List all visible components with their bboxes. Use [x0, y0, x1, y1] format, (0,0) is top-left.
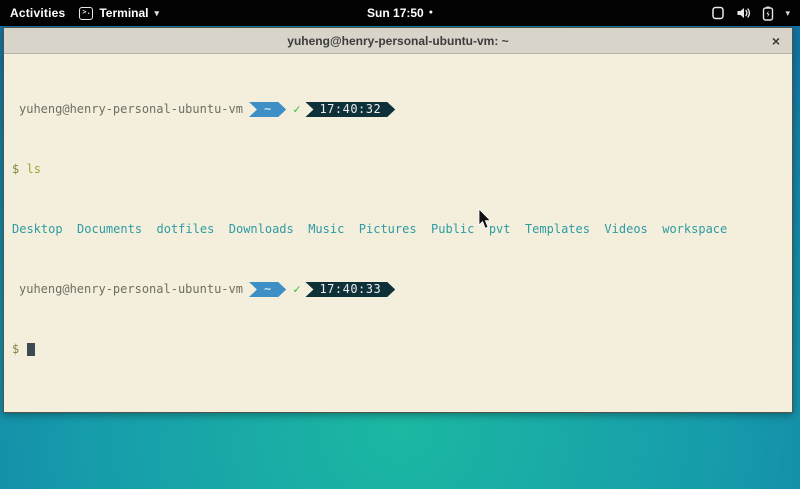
- prompt-user: yuheng@henry-personal-ubuntu-vm: [19, 102, 243, 117]
- clock-label: Sun 17:50: [367, 6, 424, 20]
- activities-button[interactable]: Activities: [10, 6, 65, 20]
- prompt-time-badge: 17:40:33: [305, 282, 395, 297]
- terminal-cursor: [27, 343, 35, 356]
- window-titlebar[interactable]: yuheng@henry-personal-ubuntu-vm: ~ ×: [4, 28, 792, 54]
- command-text: ls: [26, 162, 40, 177]
- prompt-path-badge: ~: [249, 102, 286, 117]
- volume-icon: [736, 6, 751, 20]
- app-menu-label: Terminal: [99, 6, 148, 20]
- mouse-cursor: [478, 209, 492, 230]
- prompt-symbol: $: [12, 342, 19, 357]
- chevron-down-icon: ▾: [785, 8, 790, 19]
- terminal-app-icon: >.: [79, 7, 93, 20]
- chevron-down-icon: ▾: [154, 8, 159, 19]
- clock-menu[interactable]: Sun 17:50 ●: [367, 0, 433, 26]
- prompt-path-badge: ~: [249, 282, 286, 297]
- prompt-symbol: $: [12, 162, 19, 177]
- notification-dot-icon: ●: [429, 0, 433, 26]
- ls-output: Desktop Documents dotfiles Downloads Mus…: [12, 222, 786, 237]
- close-icon[interactable]: ×: [772, 34, 780, 48]
- prompt-line-1: yuheng@henry-personal-ubuntu-vm ~ ✓ 17:4…: [12, 102, 786, 117]
- battery-charging-icon: [762, 6, 774, 21]
- terminal-content[interactable]: yuheng@henry-personal-ubuntu-vm ~ ✓ 17:4…: [4, 54, 792, 412]
- prompt-time-badge: 17:40:32: [305, 102, 395, 117]
- status-check-icon: ✓: [293, 282, 300, 297]
- prompt-line-2: yuheng@henry-personal-ubuntu-vm ~ ✓ 17:4…: [12, 282, 786, 297]
- system-status-menu[interactable]: ▾: [711, 0, 800, 26]
- window-title: yuheng@henry-personal-ubuntu-vm: ~: [287, 34, 508, 48]
- terminal-window: yuheng@henry-personal-ubuntu-vm: ~ × yuh…: [3, 27, 793, 413]
- input-line[interactable]: $: [12, 342, 786, 357]
- status-check-icon: ✓: [293, 102, 300, 117]
- prompt-user: yuheng@henry-personal-ubuntu-vm: [19, 282, 243, 297]
- display-icon: [711, 6, 725, 20]
- top-bar: Activities >. Terminal ▾ Sun 17:50 ● ▾: [0, 0, 800, 26]
- app-menu-terminal[interactable]: >. Terminal ▾: [79, 6, 159, 20]
- command-line: $ ls: [12, 162, 786, 177]
